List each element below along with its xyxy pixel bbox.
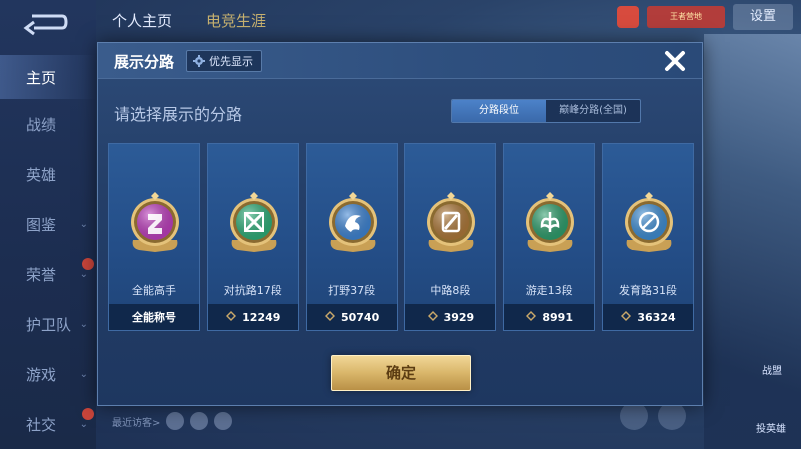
lane-card[interactable]: 全能高手 全能称号 (108, 143, 200, 331)
mid-lane-emblem-icon (423, 192, 479, 254)
power-icon (525, 310, 537, 325)
close-icon (665, 51, 685, 71)
sidebar-item[interactable]: 社交 ⌄ (0, 402, 96, 446)
lane-power-score: 36324 (603, 304, 693, 330)
top-right-bar: 王者营地 设置 (617, 0, 801, 34)
recent-visitors: 最近访客> (112, 412, 233, 430)
tab-personal-home[interactable]: 个人主页 (112, 10, 172, 31)
hero-artwork (704, 34, 801, 449)
footer-text: 8991 (542, 310, 573, 324)
sidebar-item-label: 英雄 (26, 165, 57, 184)
tab-esports-career[interactable]: 电竞生涯 (206, 10, 266, 31)
lane-display-dialog: 展示分路 优先显示 请选择展示的分路 分路段位 巅峰分路(全国) 全能高手 全能… (97, 42, 703, 406)
sidebar-item[interactable]: 英雄 (0, 152, 96, 196)
visitor-avatar[interactable] (166, 412, 185, 430)
sidebar-item[interactable]: 游戏 ⌄ (0, 352, 96, 396)
footer-text: 3929 (443, 310, 475, 324)
recent-visitors-label[interactable]: 最近访客> (112, 414, 160, 429)
sidebar-item[interactable]: 图鉴 ⌄ (0, 202, 96, 246)
sidebar-item[interactable]: 战绩 (0, 102, 96, 146)
dialog-title: 展示分路 (114, 53, 175, 71)
toggle-peak-lane[interactable]: 巅峰分路(全国) (546, 100, 640, 122)
back-arrow-icon (23, 14, 68, 36)
settings-button[interactable]: 设置 (733, 4, 793, 30)
chevron-down-icon: ⌄ (79, 368, 88, 380)
close-button[interactable] (660, 47, 690, 75)
lane-name: 对抗路17段 (223, 284, 282, 297)
lane-name: 打野37段 (328, 284, 376, 297)
dialog-subtitle: 请选择展示的分路 (114, 105, 243, 124)
lane-name: 游走13段 (525, 284, 573, 297)
chevron-down-icon: ⌄ (79, 218, 88, 230)
priority-display-button[interactable]: 优先显示 (186, 50, 262, 72)
chevron-down-icon: ⌄ (79, 318, 88, 330)
footer-text: 36324 (637, 310, 676, 324)
lane-power-score: 50740 (306, 304, 397, 330)
lane-name: 中路8段 (430, 284, 471, 297)
roam-emblem-icon (522, 192, 578, 254)
lane-name: 发育路31段 (619, 284, 677, 297)
sidebar-item-label: 社交 (26, 415, 57, 434)
jungle-emblem-icon (325, 192, 381, 254)
lane-card[interactable]: 打野37段 50740 (305, 143, 398, 331)
footer-text: 12249 (242, 310, 281, 324)
dialog-header: 展示分路 优先显示 (98, 43, 702, 79)
lane-card[interactable]: 游走13段 8991 (503, 143, 596, 331)
sidebar-item[interactable]: 主页 (0, 55, 96, 99)
right-label-hero-vote[interactable]: 投英雄 (756, 420, 786, 435)
gear-icon (193, 55, 205, 67)
priority-display-label: 优先显示 (209, 55, 253, 68)
sidebar-item-label: 主页 (26, 68, 57, 87)
sidebar-item-label: 护卫队 (26, 315, 72, 334)
sidebar-item-label: 荣誉 (26, 265, 57, 284)
power-icon (620, 310, 632, 325)
new-badge-icon (82, 408, 94, 420)
sidebar-item-label: 游戏 (26, 365, 57, 384)
lane-card[interactable]: 对抗路17段 12249 (206, 143, 299, 331)
power-icon (427, 310, 439, 325)
toggle-lane-rank[interactable]: 分路段位 (452, 100, 546, 122)
lane-cards: 全能高手 全能称号 对抗路17段 12249 打野37段 50740 中路8段 … (108, 143, 694, 331)
power-icon (324, 310, 336, 325)
clash-lane-emblem-icon (226, 192, 282, 254)
sidebar-item-label: 图鉴 (26, 215, 57, 234)
confirm-button[interactable]: 确定 (331, 355, 471, 391)
footer-text: 50740 (340, 310, 380, 324)
sidebar-item-label: 战绩 (26, 115, 57, 134)
sidebar-item[interactable]: 护卫队 ⌄ (0, 302, 96, 346)
allround-emblem-icon (127, 192, 183, 254)
action-icon[interactable] (620, 402, 648, 430)
footer-text: 全能称号 (132, 311, 176, 324)
promo-banner[interactable]: 王者营地 (647, 6, 725, 28)
sidebar-item[interactable]: 荣誉 ⌄ (0, 252, 96, 296)
play-icon[interactable] (658, 402, 686, 430)
rank-type-toggle: 分路段位 巅峰分路(全国) (451, 99, 641, 123)
lane-title: 全能称号 (109, 304, 199, 330)
visitor-avatar[interactable] (190, 412, 209, 430)
chat-icon[interactable] (617, 6, 639, 28)
chevron-down-icon: ⌄ (79, 418, 88, 430)
farm-lane-emblem-icon (621, 192, 677, 254)
lane-name: 全能高手 (132, 284, 176, 297)
back-button[interactable] (22, 8, 70, 36)
lane-power-score: 3929 (405, 304, 496, 330)
profile-tabs: 个人主页 电竞生涯 (112, 10, 266, 31)
new-badge-icon (82, 258, 94, 270)
lane-power-score: 8991 (504, 304, 595, 330)
chevron-down-icon: ⌄ (79, 268, 88, 280)
right-label-alliance[interactable]: 战盟 (762, 362, 782, 377)
power-icon (225, 310, 237, 325)
lane-power-score: 12249 (207, 304, 298, 330)
lane-card[interactable]: 中路8段 3929 (404, 143, 497, 331)
lane-card[interactable]: 发育路31段 36324 (602, 143, 694, 331)
visitor-avatar[interactable] (214, 412, 233, 430)
